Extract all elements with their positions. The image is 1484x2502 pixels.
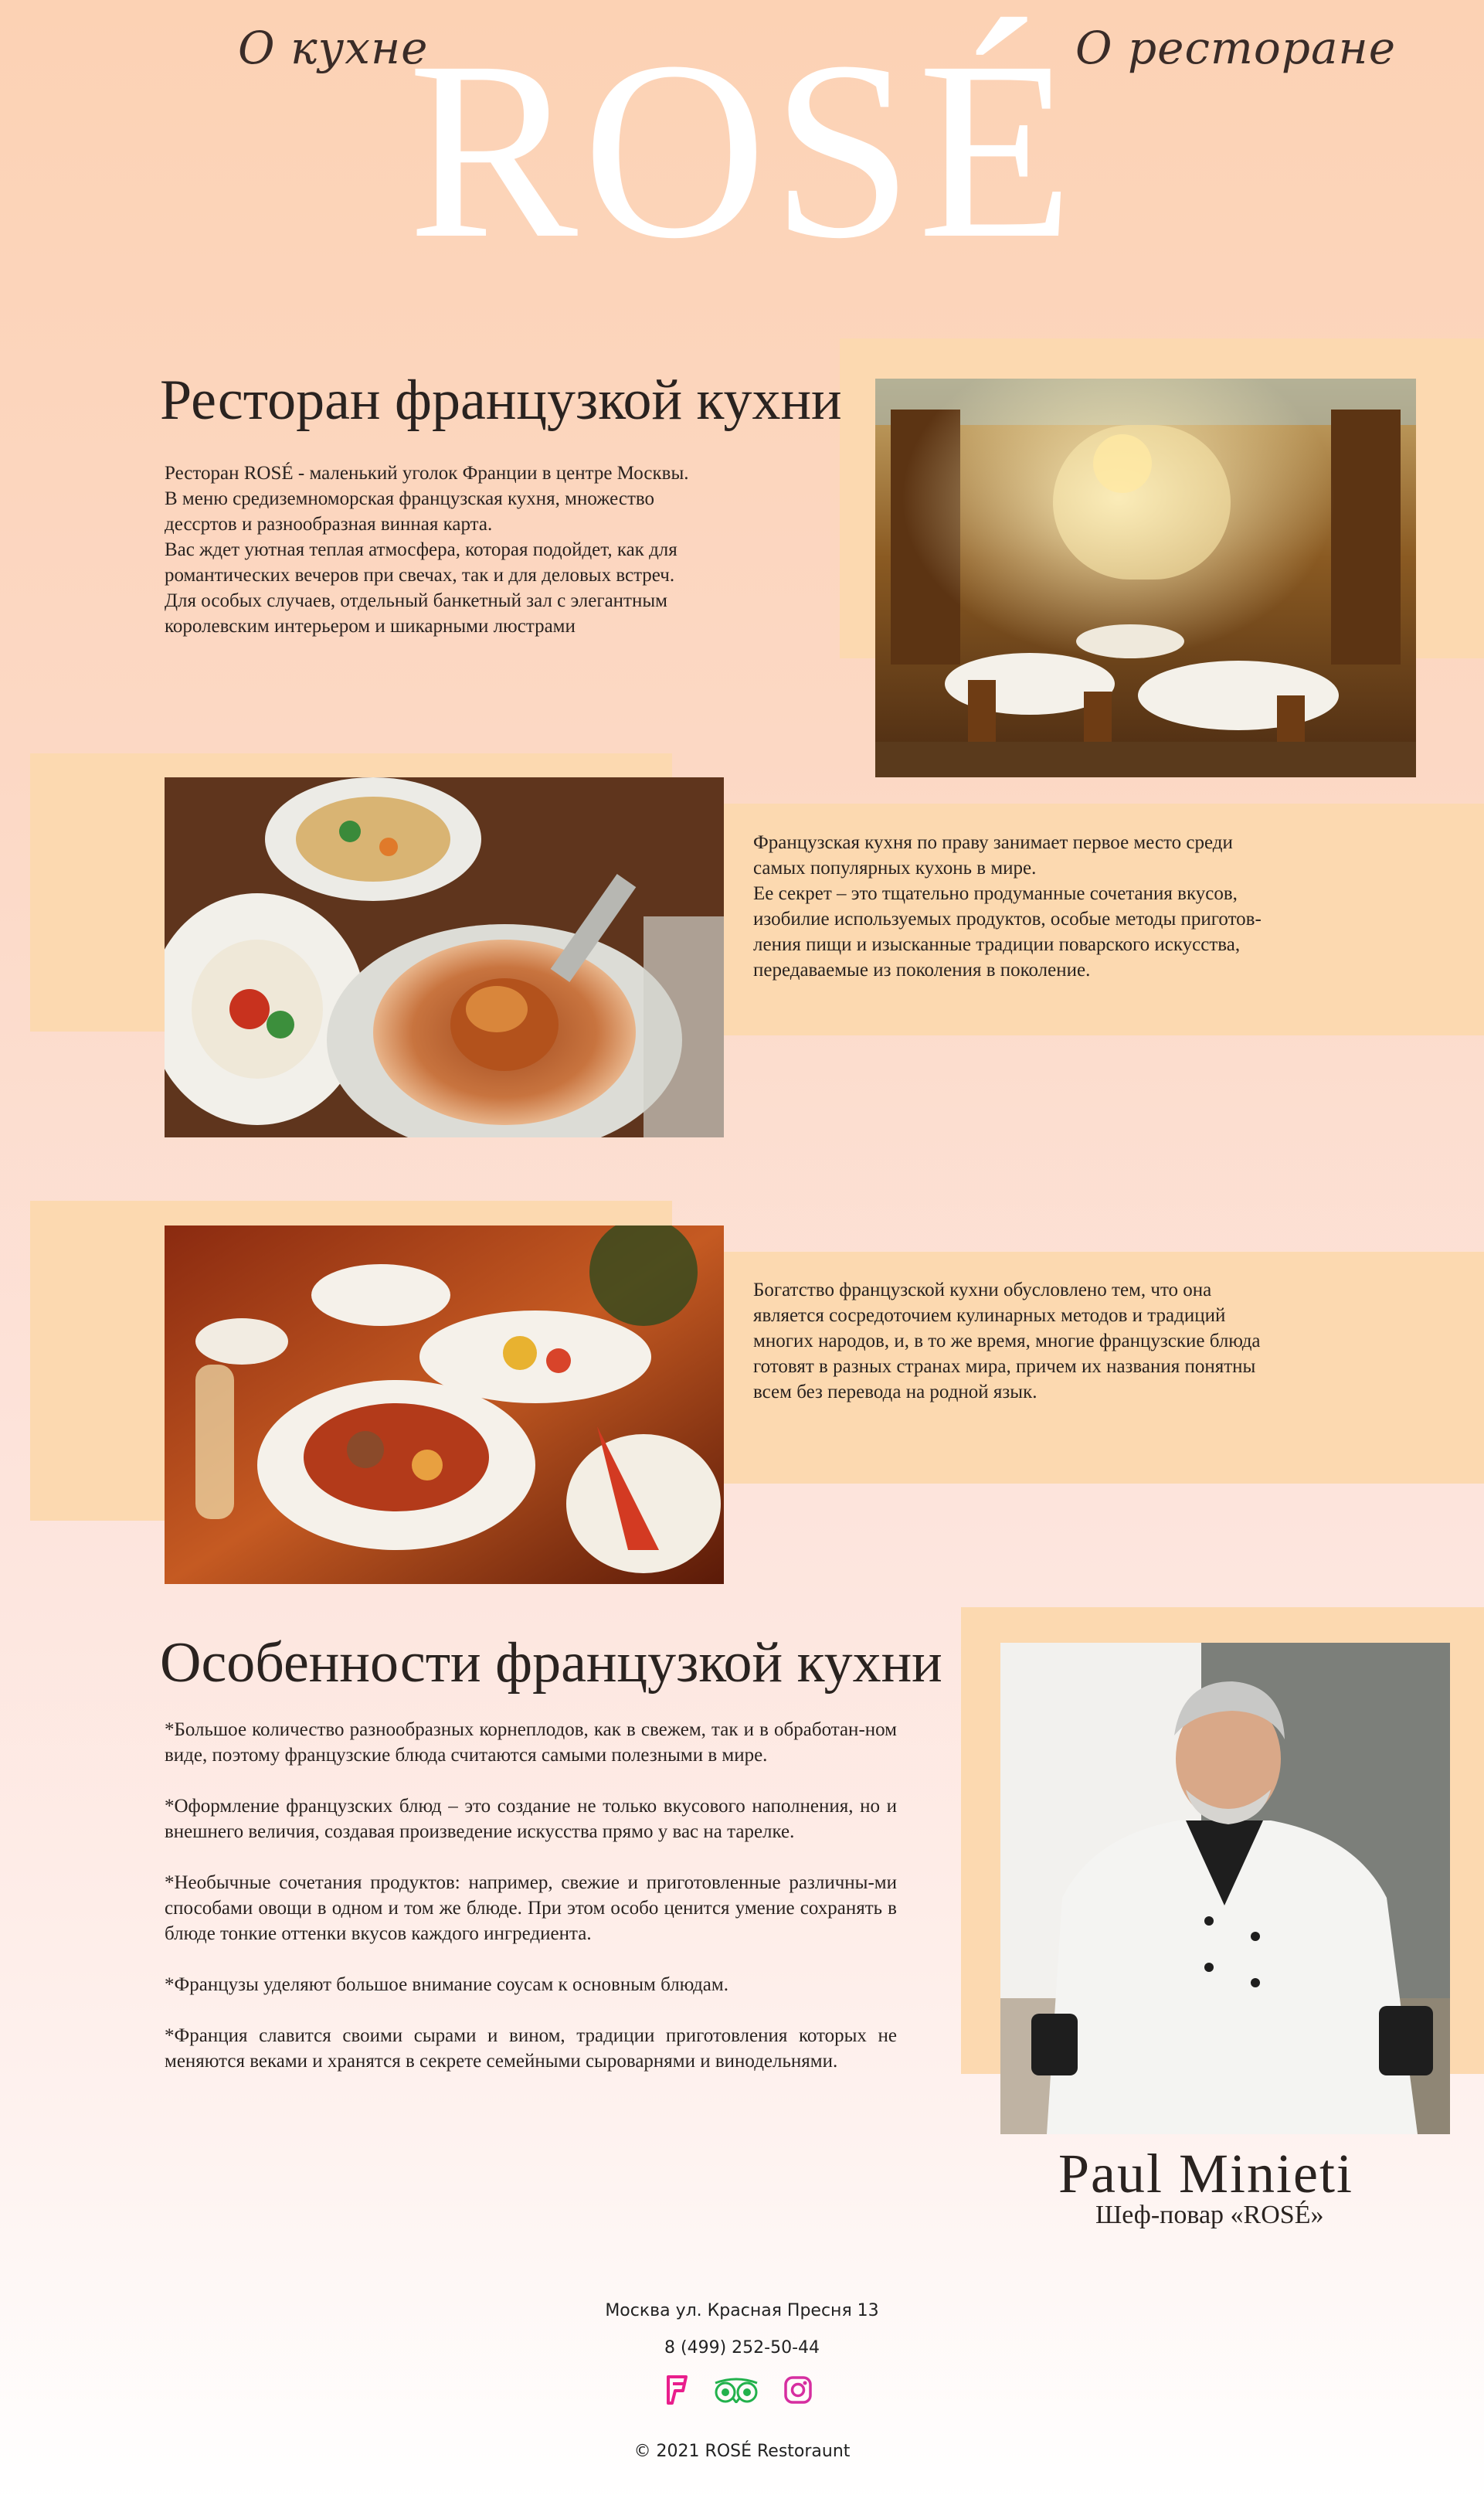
- intro-title: Ресторан французкой кухни: [160, 369, 842, 432]
- nav-link-cuisine[interactable]: О кухне: [238, 22, 429, 74]
- cuisine2-line: Богатство французской кухни обусловлено …: [753, 1280, 1212, 1300]
- social-icons: [663, 2372, 825, 2406]
- feature-item: *Большое количество разнообразных корнеп…: [165, 1719, 897, 1766]
- tripadvisor-icon[interactable]: [712, 2377, 760, 2405]
- french-dishes-photo: [165, 777, 724, 1137]
- cuisine2-line: является сосредоточием кулинарных методо…: [753, 1305, 1226, 1326]
- cuisine1-line: самых популярных кухонь в мире.: [753, 858, 1037, 879]
- chef-photo: [1000, 1643, 1450, 2134]
- chef-name: Paul Minieti: [1058, 2143, 1353, 2205]
- footer-copyright: © 2021 ROSÉ Restoraunt: [633, 2442, 851, 2461]
- features-list: *Большое количество разнообразных корнеп…: [165, 1717, 897, 2099]
- cuisine1-line: изобилие используемых продуктов, особые …: [753, 909, 1262, 930]
- feature-item: *Франция славится своими сырами и вином,…: [165, 2025, 897, 2072]
- intro-line: Ресторан ROSÉ - маленький уголок Франции…: [165, 463, 689, 484]
- cuisine2-line: готовят в разных странах мира, причем их…: [753, 1356, 1256, 1377]
- feature-item: *Необычные сочетания продуктов: например…: [165, 1872, 897, 1944]
- cuisine1-text: Французская кухня по праву занимает перв…: [753, 830, 1448, 983]
- nav-link-restaurant[interactable]: О ресторане: [1075, 22, 1396, 74]
- intro-line: Для особых случаев, отдельный банкетный …: [165, 590, 667, 611]
- cuisine2-line: всем без перевода на родной язык.: [753, 1382, 1037, 1402]
- intro-line: королевским интерьером и шикарными люстр…: [165, 616, 576, 637]
- feature-item: *Оформление французских блюд – это созда…: [165, 1796, 897, 1842]
- cuisine1-line: передаваемые из поколения в поколение.: [753, 960, 1091, 981]
- footer-address: Москва ул. Красная Пресня 13: [605, 2301, 879, 2320]
- intro-text: Ресторан ROSÉ - маленький уголок Франции…: [165, 461, 798, 639]
- cuisine1-line: Французская кухня по праву занимает перв…: [753, 832, 1233, 853]
- cuisine2-text: Богатство французской кухни обусловлено …: [753, 1277, 1448, 1405]
- footer-phone[interactable]: 8 (499) 252-50-44: [0, 2338, 1484, 2358]
- instagram-icon[interactable]: [783, 2375, 813, 2405]
- cuisine2-line: многих народов, и, в то же время, многие…: [753, 1331, 1261, 1351]
- features-title: Особенности французкой кухни: [160, 1631, 942, 1695]
- restaurant-hall-photo: [875, 379, 1416, 777]
- foursquare-icon[interactable]: [664, 2375, 691, 2405]
- intro-line: романтических вечеров при свечах, так и …: [165, 565, 675, 586]
- seafood-dishes-photo: [165, 1226, 724, 1584]
- cuisine1-line: Ее секрет – это тщательно продуманные со…: [753, 883, 1238, 904]
- intro-line: В меню средиземноморская французская кух…: [165, 488, 655, 509]
- logo: ROSÉ: [408, 9, 1078, 291]
- intro-line: дессртов и разнообразная винная карта.: [165, 514, 493, 535]
- feature-item: *Французы уделяют большое внимание соуса…: [165, 1974, 728, 1995]
- cuisine1-line: ления пищи и изысканные традиции поварск…: [753, 934, 1241, 955]
- chef-role: Шеф-повар «ROSÉ»: [1095, 2201, 1324, 2229]
- intro-line: Вас ждет уютная теплая атмосфера, котора…: [165, 539, 677, 560]
